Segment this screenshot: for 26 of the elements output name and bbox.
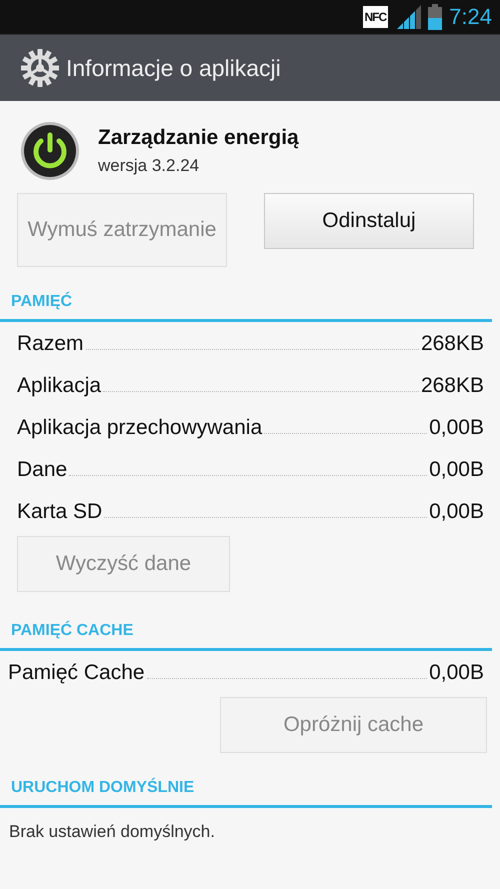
row-value: 0,00B bbox=[429, 661, 484, 685]
signal-icon bbox=[395, 5, 422, 29]
row-value: 268KB bbox=[420, 374, 484, 398]
button[interactable]: Odinstaluj bbox=[264, 193, 474, 249]
row-value: 0,00B bbox=[429, 500, 484, 524]
info-text: Brak ustawień domyślnych. bbox=[8, 821, 216, 842]
app-name: Zarządzanie energią bbox=[98, 126, 299, 150]
nfc-icon: NFC bbox=[362, 6, 388, 28]
battery-icon bbox=[428, 4, 442, 30]
section-header: PAMIĘĆ bbox=[0, 293, 492, 322]
settings-icon bbox=[20, 48, 60, 88]
row-label: Razem bbox=[17, 332, 84, 356]
section-header: URUCHOM DOMYŚLNIE bbox=[0, 779, 492, 808]
power-icon bbox=[20, 121, 80, 181]
row-value: 0,00B bbox=[429, 416, 484, 440]
app-version: wersja 3.2.24 bbox=[98, 156, 200, 176]
section-header: PAMIĘĆ CACHE bbox=[0, 622, 492, 651]
row-label: Pamięć Cache bbox=[8, 661, 145, 685]
row-value: 268KB bbox=[420, 332, 484, 356]
row-label: Aplikacja bbox=[17, 374, 102, 398]
row-value: 0,00B bbox=[429, 458, 484, 482]
row-label: Aplikacja przechowywania bbox=[17, 416, 262, 440]
clock: 7:24 bbox=[449, 4, 492, 30]
row-label: Dane bbox=[17, 458, 68, 482]
screen-title: Informacje o aplikacji bbox=[66, 54, 281, 82]
row-label: Karta SD bbox=[17, 500, 102, 524]
